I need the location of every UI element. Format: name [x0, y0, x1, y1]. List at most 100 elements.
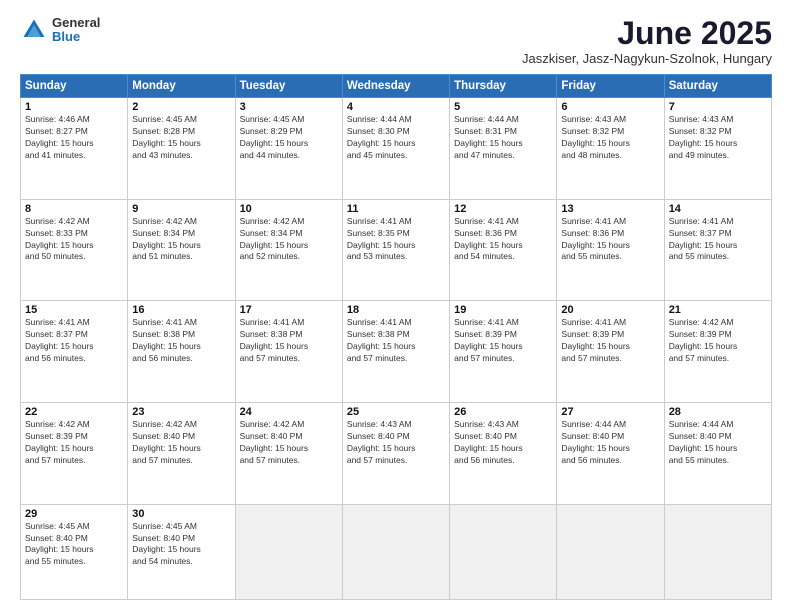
calendar-day-cell: 1Sunrise: 4:46 AM Sunset: 8:27 PM Daylig…: [21, 98, 128, 200]
calendar-day-cell: 4Sunrise: 4:44 AM Sunset: 8:30 PM Daylig…: [342, 98, 449, 200]
day-info: Sunrise: 4:42 AM Sunset: 8:33 PM Dayligh…: [25, 216, 123, 264]
logo: General Blue: [20, 16, 100, 45]
calendar-day-cell: 3Sunrise: 4:45 AM Sunset: 8:29 PM Daylig…: [235, 98, 342, 200]
day-number: 25: [347, 406, 445, 418]
day-number: 15: [25, 304, 123, 316]
calendar-day-cell: 19Sunrise: 4:41 AM Sunset: 8:39 PM Dayli…: [450, 301, 557, 403]
logo-icon: [20, 16, 48, 44]
day-number: 14: [669, 203, 767, 215]
day-info: Sunrise: 4:43 AM Sunset: 8:40 PM Dayligh…: [347, 419, 445, 467]
calendar-day-cell: 13Sunrise: 4:41 AM Sunset: 8:36 PM Dayli…: [557, 199, 664, 301]
day-info: Sunrise: 4:41 AM Sunset: 8:38 PM Dayligh…: [132, 317, 230, 365]
day-info: Sunrise: 4:41 AM Sunset: 8:39 PM Dayligh…: [561, 317, 659, 365]
day-number: 9: [132, 203, 230, 215]
calendar-day-cell: 23Sunrise: 4:42 AM Sunset: 8:40 PM Dayli…: [128, 403, 235, 505]
calendar-header-thursday: Thursday: [450, 75, 557, 98]
day-info: Sunrise: 4:45 AM Sunset: 8:29 PM Dayligh…: [240, 114, 338, 162]
calendar-week-row: 15Sunrise: 4:41 AM Sunset: 8:37 PM Dayli…: [21, 301, 772, 403]
day-info: Sunrise: 4:42 AM Sunset: 8:40 PM Dayligh…: [132, 419, 230, 467]
day-info: Sunrise: 4:46 AM Sunset: 8:27 PM Dayligh…: [25, 114, 123, 162]
calendar-day-cell: 24Sunrise: 4:42 AM Sunset: 8:40 PM Dayli…: [235, 403, 342, 505]
calendar-week-row: 8Sunrise: 4:42 AM Sunset: 8:33 PM Daylig…: [21, 199, 772, 301]
calendar-day-cell: 5Sunrise: 4:44 AM Sunset: 8:31 PM Daylig…: [450, 98, 557, 200]
calendar-week-row: 22Sunrise: 4:42 AM Sunset: 8:39 PM Dayli…: [21, 403, 772, 505]
calendar-day-cell: 15Sunrise: 4:41 AM Sunset: 8:37 PM Dayli…: [21, 301, 128, 403]
subtitle: Jaszkiser, Jasz-Nagykun-Szolnok, Hungary: [522, 51, 772, 66]
calendar-day-cell: 21Sunrise: 4:42 AM Sunset: 8:39 PM Dayli…: [664, 301, 771, 403]
day-info: Sunrise: 4:41 AM Sunset: 8:38 PM Dayligh…: [240, 317, 338, 365]
calendar-day-cell: 27Sunrise: 4:44 AM Sunset: 8:40 PM Dayli…: [557, 403, 664, 505]
calendar-day-cell: [342, 504, 449, 599]
day-number: 17: [240, 304, 338, 316]
day-info: Sunrise: 4:42 AM Sunset: 8:34 PM Dayligh…: [240, 216, 338, 264]
day-info: Sunrise: 4:41 AM Sunset: 8:39 PM Dayligh…: [454, 317, 552, 365]
day-number: 18: [347, 304, 445, 316]
calendar-header-wednesday: Wednesday: [342, 75, 449, 98]
calendar-day-cell: 7Sunrise: 4:43 AM Sunset: 8:32 PM Daylig…: [664, 98, 771, 200]
title-block: June 2025 Jaszkiser, Jasz-Nagykun-Szolno…: [522, 16, 772, 66]
day-info: Sunrise: 4:42 AM Sunset: 8:39 PM Dayligh…: [669, 317, 767, 365]
day-number: 30: [132, 508, 230, 520]
calendar-week-row: 1Sunrise: 4:46 AM Sunset: 8:27 PM Daylig…: [21, 98, 772, 200]
calendar-header-tuesday: Tuesday: [235, 75, 342, 98]
day-number: 1: [25, 101, 123, 113]
day-number: 10: [240, 203, 338, 215]
day-number: 2: [132, 101, 230, 113]
logo-general-text: General: [52, 16, 100, 30]
calendar-day-cell: 8Sunrise: 4:42 AM Sunset: 8:33 PM Daylig…: [21, 199, 128, 301]
day-info: Sunrise: 4:41 AM Sunset: 8:35 PM Dayligh…: [347, 216, 445, 264]
page: General Blue June 2025 Jaszkiser, Jasz-N…: [0, 0, 792, 612]
calendar-day-cell: 30Sunrise: 4:45 AM Sunset: 8:40 PM Dayli…: [128, 504, 235, 599]
day-number: 13: [561, 203, 659, 215]
day-info: Sunrise: 4:44 AM Sunset: 8:40 PM Dayligh…: [561, 419, 659, 467]
header: General Blue June 2025 Jaszkiser, Jasz-N…: [20, 16, 772, 66]
calendar-day-cell: 17Sunrise: 4:41 AM Sunset: 8:38 PM Dayli…: [235, 301, 342, 403]
day-info: Sunrise: 4:44 AM Sunset: 8:30 PM Dayligh…: [347, 114, 445, 162]
day-number: 11: [347, 203, 445, 215]
calendar-day-cell: [664, 504, 771, 599]
calendar-day-cell: 11Sunrise: 4:41 AM Sunset: 8:35 PM Dayli…: [342, 199, 449, 301]
day-number: 7: [669, 101, 767, 113]
day-number: 8: [25, 203, 123, 215]
day-info: Sunrise: 4:43 AM Sunset: 8:32 PM Dayligh…: [669, 114, 767, 162]
calendar-day-cell: 6Sunrise: 4:43 AM Sunset: 8:32 PM Daylig…: [557, 98, 664, 200]
day-info: Sunrise: 4:41 AM Sunset: 8:37 PM Dayligh…: [669, 216, 767, 264]
calendar-header-row: SundayMondayTuesdayWednesdayThursdayFrid…: [21, 75, 772, 98]
day-number: 21: [669, 304, 767, 316]
day-number: 3: [240, 101, 338, 113]
day-info: Sunrise: 4:43 AM Sunset: 8:32 PM Dayligh…: [561, 114, 659, 162]
day-number: 26: [454, 406, 552, 418]
calendar-header-sunday: Sunday: [21, 75, 128, 98]
day-number: 23: [132, 406, 230, 418]
day-number: 6: [561, 101, 659, 113]
day-number: 20: [561, 304, 659, 316]
day-info: Sunrise: 4:45 AM Sunset: 8:28 PM Dayligh…: [132, 114, 230, 162]
calendar-day-cell: 20Sunrise: 4:41 AM Sunset: 8:39 PM Dayli…: [557, 301, 664, 403]
day-number: 22: [25, 406, 123, 418]
day-info: Sunrise: 4:42 AM Sunset: 8:39 PM Dayligh…: [25, 419, 123, 467]
day-info: Sunrise: 4:42 AM Sunset: 8:40 PM Dayligh…: [240, 419, 338, 467]
calendar-header-friday: Friday: [557, 75, 664, 98]
day-info: Sunrise: 4:42 AM Sunset: 8:34 PM Dayligh…: [132, 216, 230, 264]
calendar-header-saturday: Saturday: [664, 75, 771, 98]
calendar-day-cell: 16Sunrise: 4:41 AM Sunset: 8:38 PM Dayli…: [128, 301, 235, 403]
calendar-day-cell: 28Sunrise: 4:44 AM Sunset: 8:40 PM Dayli…: [664, 403, 771, 505]
month-title: June 2025: [522, 16, 772, 51]
day-number: 12: [454, 203, 552, 215]
day-number: 27: [561, 406, 659, 418]
day-number: 16: [132, 304, 230, 316]
day-info: Sunrise: 4:44 AM Sunset: 8:40 PM Dayligh…: [669, 419, 767, 467]
calendar-day-cell: 22Sunrise: 4:42 AM Sunset: 8:39 PM Dayli…: [21, 403, 128, 505]
logo-blue-text: Blue: [52, 30, 100, 44]
calendar-day-cell: 18Sunrise: 4:41 AM Sunset: 8:38 PM Dayli…: [342, 301, 449, 403]
day-info: Sunrise: 4:41 AM Sunset: 8:38 PM Dayligh…: [347, 317, 445, 365]
day-number: 29: [25, 508, 123, 520]
calendar-day-cell: 9Sunrise: 4:42 AM Sunset: 8:34 PM Daylig…: [128, 199, 235, 301]
day-info: Sunrise: 4:43 AM Sunset: 8:40 PM Dayligh…: [454, 419, 552, 467]
calendar-day-cell: 14Sunrise: 4:41 AM Sunset: 8:37 PM Dayli…: [664, 199, 771, 301]
calendar-header-monday: Monday: [128, 75, 235, 98]
calendar-day-cell: 26Sunrise: 4:43 AM Sunset: 8:40 PM Dayli…: [450, 403, 557, 505]
calendar-day-cell: 12Sunrise: 4:41 AM Sunset: 8:36 PM Dayli…: [450, 199, 557, 301]
calendar-week-row: 29Sunrise: 4:45 AM Sunset: 8:40 PM Dayli…: [21, 504, 772, 599]
day-info: Sunrise: 4:41 AM Sunset: 8:36 PM Dayligh…: [561, 216, 659, 264]
